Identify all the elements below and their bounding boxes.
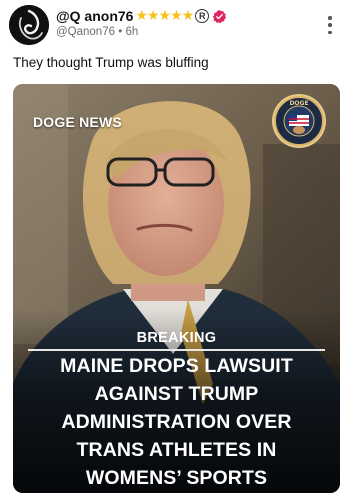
avatar[interactable] [9,5,49,45]
headline-divider [28,349,325,351]
star-rating: ★★★★★ [135,8,194,24]
name-row: @Q anon76 ★★★★★ R [56,6,227,26]
headline-line: TRANS ATHLETES IN [76,439,277,461]
meta-separator: • [118,26,123,38]
headline: MAINE DROPS LAWSUIT AGAINST TRUMP ADMINI… [13,352,340,492]
user-handle[interactable]: @Qanon76 [56,26,115,38]
doge-seal-icon: DOGE [272,94,326,148]
headline-line: MAINE DROPS LAWSUIT [60,355,293,377]
post-header: @Q anon76 ★★★★★ R @Qanon76 • 6h [0,0,354,50]
breaking-kicker: BREAKING [136,330,217,346]
avatar-image [9,5,49,45]
headline-line: ADMINISTRATION OVER [61,411,292,433]
headline-line: AGAINST TRUMP [94,383,259,405]
post-time[interactable]: 6h [125,26,138,38]
seal-text: DOGE [289,100,308,107]
verified-badge-icon [213,9,227,23]
more-options-button[interactable] [321,12,339,38]
brand-label: DOGE NEWS [33,114,122,130]
registered-mark: R [195,9,210,23]
display-name[interactable]: @Q anon76 [56,8,133,24]
post-text: They thought Trump was bluffing [13,55,209,70]
post-media[interactable]: DOGE NEWS DOGE BREAKING MAINE DROPS LAWS… [13,84,340,493]
post-meta: @Qanon76 • 6h [56,26,138,38]
headline-line: WOMENS’ SPORTS [85,467,268,489]
more-vertical-icon [328,16,332,20]
